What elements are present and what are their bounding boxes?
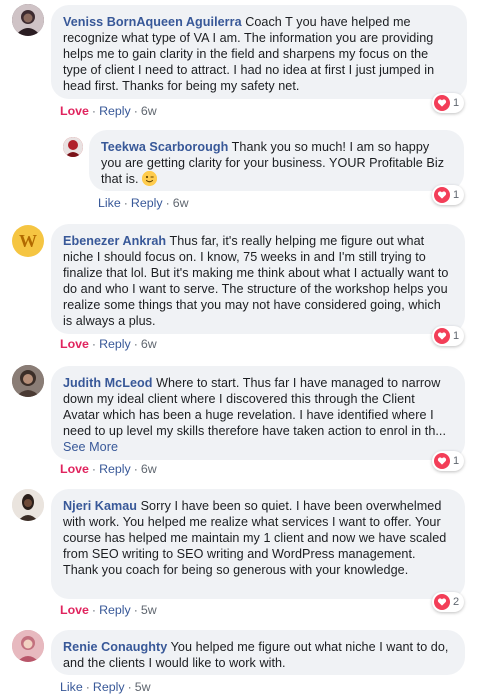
comment-bubble: Teekwa Scarborough Thank you so much! I … xyxy=(89,130,464,191)
profile-photo xyxy=(63,137,83,157)
reaction-count-badge[interactable]: 1 xyxy=(432,93,465,113)
comment-bubble: Ebenezer Ankrah Thus far, it's really he… xyxy=(51,224,465,334)
author-link[interactable]: Renie Conaughty xyxy=(63,640,167,654)
reaction-count: 1 xyxy=(453,455,460,467)
reaction-count: 1 xyxy=(453,189,460,201)
reaction-count-badge[interactable]: 1 xyxy=(432,451,465,471)
timestamp[interactable]: 6w xyxy=(173,196,189,210)
avatar[interactable] xyxy=(63,137,83,157)
see-more-link[interactable]: See More xyxy=(63,440,118,454)
heart-icon xyxy=(434,453,450,469)
reply-button[interactable]: Reply xyxy=(93,680,125,694)
reaction-count-badge[interactable]: 1 xyxy=(432,326,465,346)
reply-button[interactable]: Reply xyxy=(99,603,131,617)
profile-photo xyxy=(12,489,44,521)
timestamp[interactable]: 6w xyxy=(141,104,157,118)
separator: · xyxy=(133,462,138,476)
comment-actions: Like · Reply · 6w xyxy=(98,196,189,210)
reaction-count-badge[interactable]: 1 xyxy=(432,185,465,205)
separator: · xyxy=(91,603,97,617)
profile-photo xyxy=(12,4,44,36)
avatar[interactable] xyxy=(12,365,44,397)
separator: · xyxy=(133,104,138,118)
avatar[interactable] xyxy=(12,630,44,662)
comment-actions: Like · Reply · 5w xyxy=(60,680,151,694)
separator: · xyxy=(91,104,97,118)
love-button[interactable]: Love xyxy=(60,462,89,476)
winking-face-icon xyxy=(142,171,158,186)
like-button[interactable]: Like xyxy=(60,680,83,694)
reply-button[interactable]: Reply xyxy=(99,337,131,351)
comment-bubble: Njeri Kamau Sorry I have been so quiet. … xyxy=(51,489,465,599)
love-button[interactable]: Love xyxy=(60,104,89,118)
comment-bubble: Renie Conaughty You helped me figure out… xyxy=(51,630,465,675)
comment-actions: Love · Reply · 5w xyxy=(60,603,157,617)
separator: · xyxy=(85,680,90,694)
timestamp[interactable]: 5w xyxy=(141,603,157,617)
reply-button[interactable]: Reply xyxy=(131,196,163,210)
separator: · xyxy=(127,680,132,694)
reaction-count-badge[interactable]: 2 xyxy=(432,592,465,612)
reaction-count: 1 xyxy=(453,97,460,109)
reaction-count: 1 xyxy=(453,330,460,342)
profile-photo xyxy=(12,630,44,662)
timestamp[interactable]: 6w xyxy=(141,337,157,351)
like-button[interactable]: Like xyxy=(98,196,121,210)
love-button[interactable]: Love xyxy=(60,337,89,351)
author-link[interactable]: Ebenezer Ankrah xyxy=(63,234,166,248)
avatar-letter: W xyxy=(19,230,37,251)
avatar[interactable]: W xyxy=(12,225,44,257)
timestamp[interactable]: 5w xyxy=(135,680,151,694)
heart-icon xyxy=(434,594,450,610)
separator: · xyxy=(165,196,170,210)
separator: · xyxy=(123,196,128,210)
comment-actions: Love · Reply · 6w xyxy=(60,462,157,476)
separator: · xyxy=(91,462,97,476)
separator: · xyxy=(91,337,97,351)
avatar[interactable] xyxy=(12,489,44,521)
heart-icon xyxy=(434,187,450,203)
comment-actions: Love · Reply · 6w xyxy=(60,337,157,351)
comment-actions: Love · Reply · 6w xyxy=(60,104,157,118)
author-link[interactable]: Njeri Kamau xyxy=(63,499,137,513)
reply-button[interactable]: Reply xyxy=(99,104,131,118)
author-link[interactable]: Teekwa Scarborough xyxy=(101,140,228,154)
author-link[interactable]: Veniss BornAqueen Aguilerra xyxy=(63,15,242,29)
heart-icon xyxy=(434,95,450,111)
author-link[interactable]: Judith McLeod xyxy=(63,376,153,390)
avatar[interactable] xyxy=(12,4,44,36)
separator: · xyxy=(133,603,138,617)
reply-button[interactable]: Reply xyxy=(99,462,131,476)
comment-bubble: Judith McLeod Where to start. Thus far I… xyxy=(51,366,465,460)
love-button[interactable]: Love xyxy=(60,603,89,617)
comment-bubble: Veniss BornAqueen Aguilerra Coach T you … xyxy=(51,5,467,99)
comment-text: Thus far, it's really helping me figure … xyxy=(63,234,449,328)
timestamp[interactable]: 6w xyxy=(141,462,157,476)
profile-photo xyxy=(12,365,44,397)
separator: · xyxy=(133,337,138,351)
reaction-count: 2 xyxy=(453,596,460,608)
heart-icon xyxy=(434,328,450,344)
